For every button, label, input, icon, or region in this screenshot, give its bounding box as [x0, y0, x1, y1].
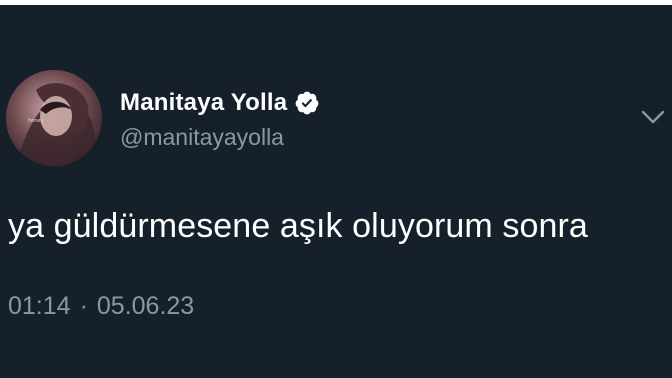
display-name[interactable]: Manitaya Yolla: [120, 89, 287, 117]
tweet-date: 05.06.23: [96, 292, 195, 320]
avatar[interactable]: honey: [6, 70, 102, 166]
author-name-row: Manitaya Yolla: [120, 88, 320, 118]
verified-badge-icon: [294, 90, 320, 116]
username-handle[interactable]: @manitayayolla: [120, 124, 284, 151]
tweet-card: honey Manitaya Yolla @manitayayolla ya g…: [0, 0, 672, 378]
meta-separator: ·: [79, 292, 88, 320]
tweet-time: 01:14: [8, 292, 71, 320]
tweet-timestamp[interactable]: 01:14 · 05.06.23: [8, 292, 194, 321]
tweet-text: ya güldürmesene aşık oluyorum sonra: [8, 207, 588, 245]
chevron-down-icon[interactable]: [640, 108, 666, 126]
avatar-image: honey: [6, 70, 102, 166]
svg-text:honey: honey: [28, 118, 43, 124]
